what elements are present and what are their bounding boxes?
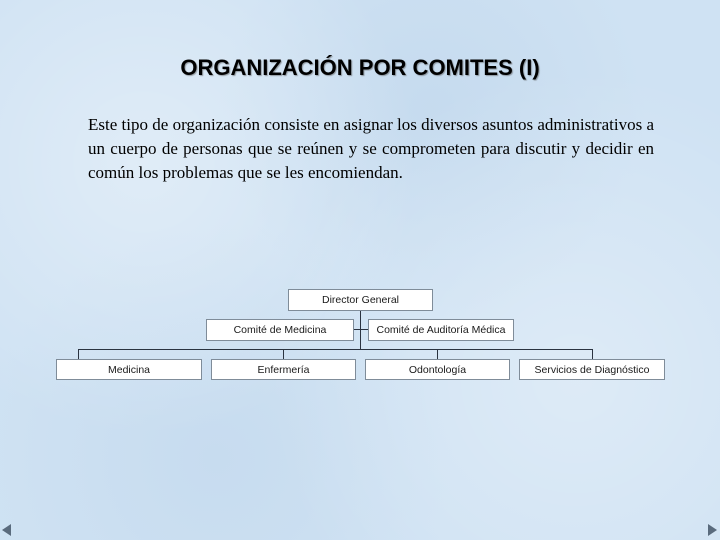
org-box-comite-auditoria: Comité de Auditoría Médica — [368, 319, 514, 341]
org-box-label: Medicina — [107, 363, 151, 376]
connector-departments-horizontal — [78, 349, 593, 350]
connector-dept-2 — [283, 349, 284, 359]
org-box-label: Comité de Auditoría Médica — [376, 324, 506, 336]
org-box-comite-medicina: Comité de Medicina — [206, 319, 354, 341]
org-box-director-general: Director General — [288, 289, 433, 311]
connector-dept-4 — [592, 349, 593, 359]
org-box-label: Odontología — [408, 363, 467, 376]
org-box-label: Director General — [321, 294, 400, 306]
previous-slide-icon[interactable] — [2, 524, 11, 536]
org-box-medicina: Medicina — [56, 359, 202, 380]
connector-dept-1 — [78, 349, 79, 359]
org-box-odontologia: Odontología — [365, 359, 510, 380]
connector-dept-3 — [437, 349, 438, 359]
slide-title: ORGANIZACIÓN POR COMITES (I) — [180, 55, 540, 80]
slide-paragraph: Este tipo de organización consiste en as… — [88, 115, 654, 182]
connector-main-vertical — [360, 310, 361, 350]
org-box-label: Servicios de Diagnóstico — [534, 363, 650, 376]
connector-staff-horizontal — [353, 329, 368, 330]
next-slide-icon[interactable] — [708, 524, 717, 536]
org-box-servicios-diagnostico: Servicios de Diagnóstico — [519, 359, 665, 380]
org-box-label: Comité de Medicina — [233, 324, 327, 336]
org-box-label: Enfermería — [257, 363, 310, 376]
org-box-enfermeria: Enfermería — [211, 359, 356, 380]
